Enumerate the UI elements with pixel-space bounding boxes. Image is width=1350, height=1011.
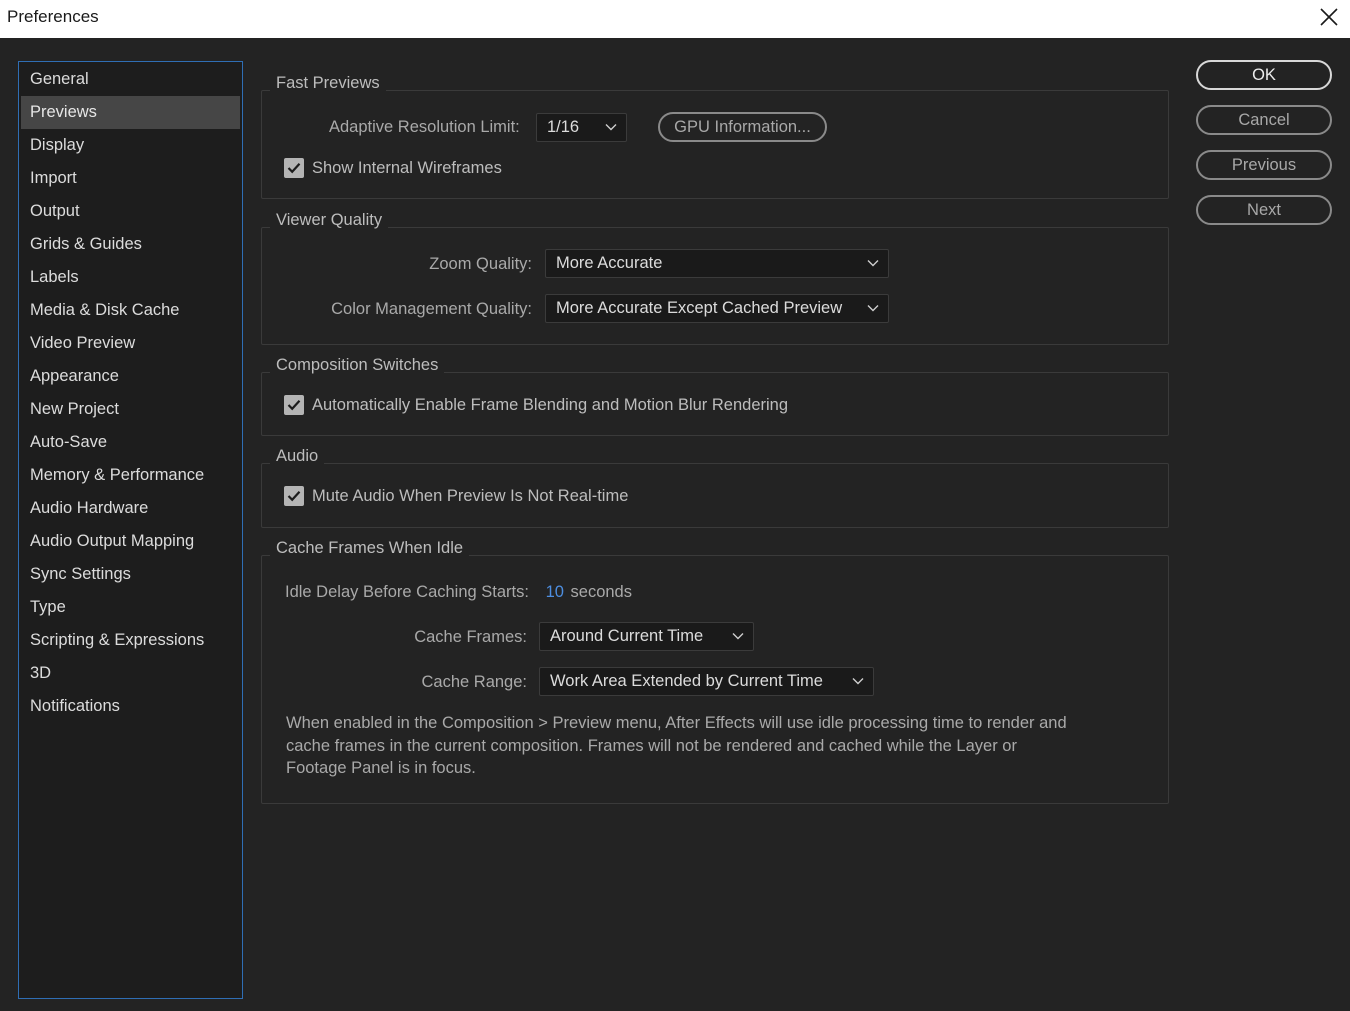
- chevron-down-icon: [852, 678, 864, 685]
- sidebar-item-audio-hardware[interactable]: Audio Hardware: [21, 492, 240, 525]
- mute-audio-checkbox[interactable]: Mute Audio When Preview Is Not Real-time: [284, 486, 628, 506]
- idle-delay-label: Idle Delay Before Caching Starts:: [285, 583, 529, 601]
- viewer-quality-group: Viewer Quality Zoom Quality: More Accura…: [261, 211, 1169, 345]
- frame-blending-motion-blur-label: Automatically Enable Frame Blending and …: [312, 395, 789, 414]
- sidebar-item-scripting-and-expressions[interactable]: Scripting & Expressions: [21, 624, 240, 657]
- sidebar-item-previews[interactable]: Previews: [21, 96, 240, 129]
- show-internal-wireframes-label: Show Internal Wireframes: [312, 158, 502, 177]
- idle-delay-row: Idle Delay Before Caching Starts: 10 sec…: [285, 583, 632, 602]
- frame-blending-motion-blur-checkbox[interactable]: Automatically Enable Frame Blending and …: [284, 395, 788, 415]
- zoom-quality-label: Zoom Quality:: [429, 255, 532, 273]
- sidebar-item-sync-settings[interactable]: Sync Settings: [21, 558, 240, 591]
- next-button[interactable]: Next: [1196, 195, 1332, 225]
- color-management-quality-label: Color Management Quality:: [331, 300, 532, 318]
- cache-range-value: Work Area Extended by Current Time: [550, 672, 823, 690]
- cache-frames-label: Cache Frames:: [414, 628, 527, 646]
- mute-audio-label: Mute Audio When Preview Is Not Real-time: [312, 486, 629, 505]
- close-icon: [1320, 8, 1338, 26]
- sidebar-item-memory-and-performance[interactable]: Memory & Performance: [21, 459, 240, 492]
- cache-frames-dropdown[interactable]: Around Current Time: [539, 622, 754, 651]
- checkbox-checked-icon: [284, 395, 304, 415]
- cache-frames-idle-group: Cache Frames When Idle Idle Delay Before…: [261, 539, 1169, 804]
- sidebar-item-video-preview[interactable]: Video Preview: [21, 327, 240, 360]
- chevron-down-icon: [867, 260, 879, 267]
- sidebar-item-labels[interactable]: Labels: [21, 261, 240, 294]
- sidebar-item-notifications[interactable]: Notifications: [21, 690, 240, 723]
- ok-button[interactable]: OK: [1196, 60, 1332, 90]
- adaptive-resolution-value: 1/16: [547, 118, 580, 136]
- composition-switches-group: Composition Switches Automatically Enabl…: [261, 356, 1169, 436]
- audio-heading: Audio: [270, 447, 325, 466]
- zoom-quality-dropdown[interactable]: More Accurate: [545, 249, 889, 278]
- color-management-quality-value: More Accurate Except Cached Preview: [556, 299, 843, 317]
- audio-group: Audio Mute Audio When Preview Is Not Rea…: [261, 447, 1169, 528]
- chevron-down-icon: [867, 305, 879, 312]
- previous-button[interactable]: Previous: [1196, 150, 1332, 180]
- title-bar: Preferences: [0, 0, 1350, 38]
- checkbox-checked-icon: [284, 486, 304, 506]
- cache-frames-idle-heading: Cache Frames When Idle: [270, 539, 470, 558]
- zoom-quality-value: More Accurate: [556, 254, 663, 272]
- sidebar-item-general[interactable]: General: [21, 63, 240, 96]
- gpu-information-button[interactable]: GPU Information...: [658, 112, 827, 142]
- adaptive-resolution-label: Adaptive Resolution Limit:: [329, 118, 520, 136]
- show-internal-wireframes-checkbox[interactable]: Show Internal Wireframes: [284, 158, 502, 178]
- chevron-down-icon: [605, 124, 617, 131]
- adaptive-resolution-dropdown[interactable]: 1/16: [536, 113, 627, 142]
- checkbox-checked-icon: [284, 158, 304, 178]
- sidebar-item-new-project[interactable]: New Project: [21, 393, 240, 426]
- sidebar-item-import[interactable]: Import: [21, 162, 240, 195]
- idle-delay-unit: seconds: [570, 583, 632, 601]
- sidebar-item-type[interactable]: Type: [21, 591, 240, 624]
- sidebar-item-media-and-disk-cache[interactable]: Media & Disk Cache: [21, 294, 240, 327]
- close-button[interactable]: [1308, 0, 1350, 34]
- sidebar-item-appearance[interactable]: Appearance: [21, 360, 240, 393]
- color-management-quality-dropdown[interactable]: More Accurate Except Cached Preview: [545, 294, 889, 323]
- sidebar-item-audio-output-mapping[interactable]: Audio Output Mapping: [21, 525, 240, 558]
- sidebar-item-3d[interactable]: 3D: [21, 657, 240, 690]
- composition-switches-heading: Composition Switches: [270, 356, 445, 375]
- fast-previews-heading: Fast Previews: [270, 74, 386, 93]
- preferences-category-list: General Previews Display Import Output Grids …: [18, 61, 243, 999]
- sidebar-item-output[interactable]: Output: [21, 195, 240, 228]
- sidebar-item-grids-and-guides[interactable]: Grids & Guides: [21, 228, 240, 261]
- cache-range-dropdown[interactable]: Work Area Extended by Current Time: [539, 667, 874, 696]
- fast-previews-group: Fast Previews Adaptive Resolution Limit:…: [261, 74, 1169, 199]
- cancel-button[interactable]: Cancel: [1196, 105, 1332, 135]
- cache-frames-description: When enabled in the Composition > Previe…: [286, 714, 1067, 777]
- idle-delay-value[interactable]: 10: [546, 583, 564, 601]
- chevron-down-icon: [732, 633, 744, 640]
- cache-frames-value: Around Current Time: [550, 627, 704, 645]
- cache-range-label: Cache Range:: [421, 673, 528, 691]
- window-title: Preferences: [7, 7, 99, 26]
- viewer-quality-heading: Viewer Quality: [270, 211, 389, 230]
- sidebar-item-auto-save[interactable]: Auto-Save: [21, 426, 240, 459]
- sidebar-item-display[interactable]: Display: [21, 129, 240, 162]
